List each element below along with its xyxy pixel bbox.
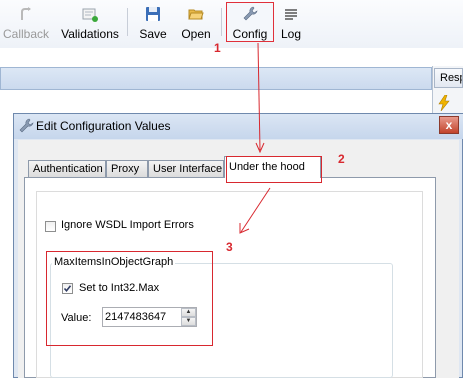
lightning-icon[interactable] <box>437 95 451 111</box>
save-button[interactable]: Save <box>136 4 170 44</box>
open-label: Open <box>181 27 211 41</box>
save-label: Save <box>139 27 167 41</box>
ignore-wsdl-checkbox[interactable] <box>45 221 56 232</box>
content-strip <box>0 48 463 66</box>
floppy-disk-icon <box>146 7 160 21</box>
validations-button[interactable]: Validations <box>59 4 121 44</box>
request-header-bar <box>0 67 432 90</box>
ignore-wsdl-label: Ignore WSDL Import Errors <box>61 219 194 231</box>
toolbar-separator <box>127 8 128 36</box>
step-marker-2: 2 <box>338 152 345 166</box>
tab-highlight-box <box>226 156 322 183</box>
tab-user-interface[interactable]: User Interface <box>148 160 224 177</box>
tab-proxy[interactable]: Proxy <box>106 160 148 177</box>
validations-icon <box>82 8 98 22</box>
tab-authentication[interactable]: Authentication <box>28 160 106 177</box>
wrench-icon <box>19 118 34 133</box>
callback-button[interactable]: Callback <box>2 4 50 44</box>
open-button[interactable]: Open <box>178 4 214 44</box>
response-tab[interactable]: Resp <box>434 68 463 88</box>
callback-label: Callback <box>2 27 50 41</box>
log-label: Log <box>280 27 302 41</box>
config-label: Config <box>232 27 268 41</box>
callback-icon <box>21 7 31 20</box>
folder-open-icon <box>188 9 204 20</box>
wrench-icon <box>243 6 258 21</box>
dialog-title: Edit Configuration Values <box>36 119 171 133</box>
log-list-icon <box>285 9 297 20</box>
close-button[interactable]: x <box>439 116 459 134</box>
step-marker-1: 1 <box>214 41 221 55</box>
config-button[interactable]: Config <box>226 4 274 44</box>
validations-label: Validations <box>61 27 119 41</box>
toolbar-separator <box>221 8 222 36</box>
step-marker-3: 3 <box>226 240 233 254</box>
log-button[interactable]: Log <box>278 4 304 44</box>
group-highlight-box <box>46 251 213 346</box>
